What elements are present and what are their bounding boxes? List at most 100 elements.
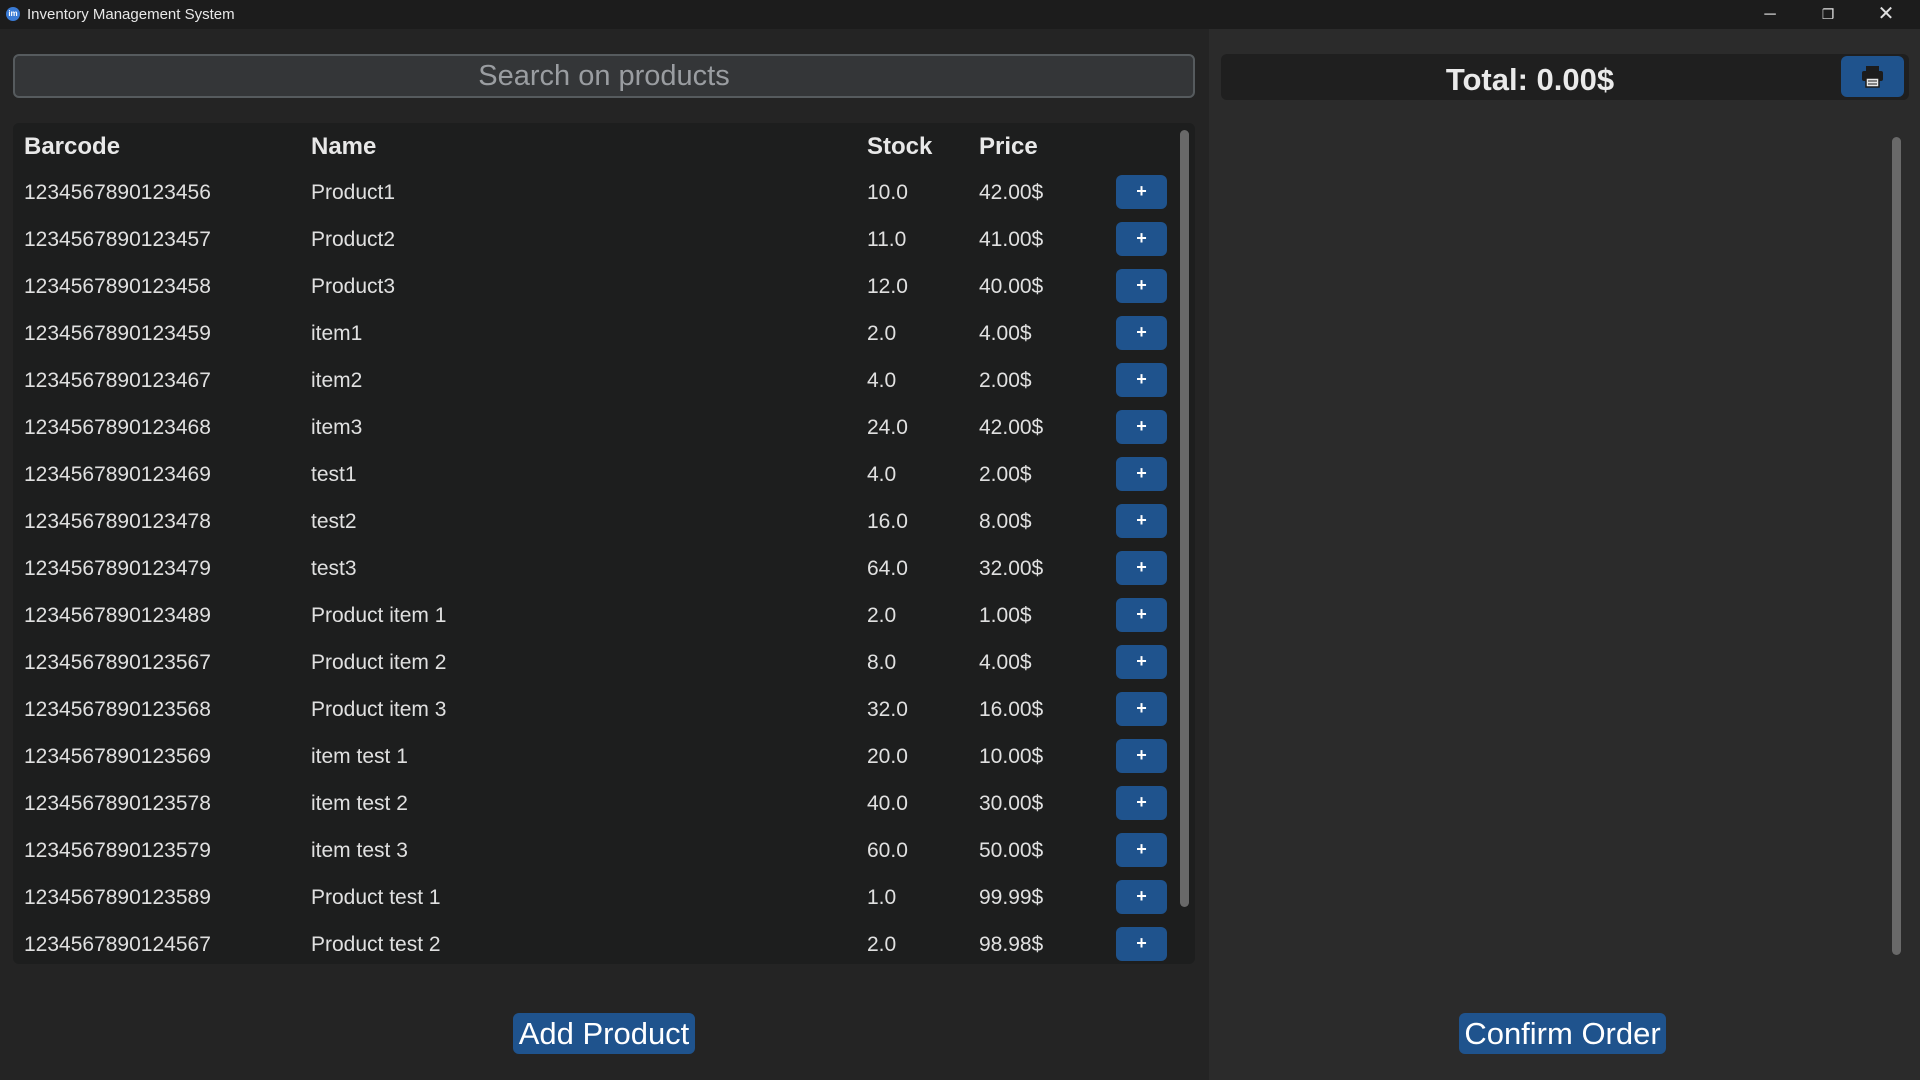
cell-name: Product test 1 [311,886,441,909]
cell-stock: 60.0 [867,839,908,862]
cell-stock: 40.0 [867,792,908,815]
cell-name: test3 [311,557,357,580]
cell-barcode: 1234567890123457 [24,228,211,251]
cell-price: 4.00$ [979,322,1032,345]
table-header: Barcode Name Stock Price [13,123,1173,171]
cell-stock: 2.0 [867,604,897,627]
table-row: 1234567890123569 item test 1 20.0 10.00$ + [13,735,1173,782]
cell-barcode: 1234567890123567 [24,651,211,674]
table-row: 1234567890123579 item test 3 60.0 50.00$ + [13,829,1173,876]
cell-name: Product item 2 [311,651,447,674]
cell-stock: 64.0 [867,557,908,580]
cart-scrollbar[interactable] [1892,137,1901,955]
cell-barcode: 1234567890123489 [24,604,211,627]
table-row: 1234567890123468 item3 24.0 42.00$ + [13,406,1173,453]
cell-barcode: 1234567890123478 [24,510,211,533]
add-to-cart-button[interactable]: + [1116,786,1167,820]
header-name: Name [311,133,377,160]
table-row: 1234567890123456 Product1 10.0 42.00$ + [13,171,1173,218]
cell-price: 1.00$ [979,604,1032,627]
cell-stock: 32.0 [867,698,908,721]
add-to-cart-button[interactable]: + [1116,880,1167,914]
cell-stock: 11.0 [867,228,907,251]
cell-barcode: 1234567890123458 [24,275,211,298]
add-to-cart-button[interactable]: + [1116,222,1167,256]
cell-barcode: 1234567890123569 [24,745,211,768]
cell-price: 98.98$ [979,933,1044,956]
table-row: 1234567890123457 Product2 11.0 41.00$ + [13,218,1173,265]
add-to-cart-button[interactable]: + [1116,598,1167,632]
cell-barcode: 1234567890124567 [24,933,211,956]
table-row: 1234567890123589 Product test 1 1.0 99.99$ + [13,876,1173,923]
header-barcode: Barcode [24,133,121,160]
close-button[interactable]: ✕ [1858,0,1914,29]
table-row: 1234567890123578 item test 2 40.0 30.00$ + [13,782,1173,829]
add-to-cart-button[interactable]: + [1116,269,1167,303]
add-to-cart-button[interactable]: + [1116,645,1167,679]
cell-price: 16.00$ [979,698,1044,721]
cell-stock: 24.0 [867,416,908,439]
table-body: 1234567890123456 Product1 10.0 42.00$ +12345… [13,171,1173,964]
cell-stock: 12.0 [867,275,908,298]
cell-name: item test 3 [311,839,408,862]
cell-barcode: 1234567890123589 [24,886,211,909]
minimize-button[interactable]: ─ [1742,0,1798,29]
total-frame: Total: 0.00$ [1221,54,1909,100]
add-to-cart-button[interactable]: + [1116,739,1167,773]
cell-name: item2 [311,369,363,392]
add-to-cart-button[interactable]: + [1116,551,1167,585]
add-product-button[interactable]: Add Product [513,1013,695,1054]
cart-list [1221,128,1909,964]
cell-barcode: 1234567890123467 [24,369,211,392]
add-to-cart-button[interactable]: + [1116,833,1167,867]
cell-barcode: 1234567890123479 [24,557,211,580]
cell-price: 41.00$ [979,228,1044,251]
add-to-cart-button[interactable]: + [1116,316,1167,350]
cell-name: test2 [311,510,357,533]
products-scrollbar[interactable] [1180,130,1189,907]
add-to-cart-button[interactable]: + [1116,927,1167,961]
cell-price: 8.00$ [979,510,1032,533]
cell-price: 99.99$ [979,886,1044,909]
table-row: 1234567890123467 item2 4.0 2.00$ + [13,359,1173,406]
table-row: 1234567890123458 Product3 12.0 40.00$ + [13,265,1173,312]
cell-name: item1 [311,322,363,345]
add-to-cart-button[interactable]: + [1116,175,1167,209]
cell-price: 42.00$ [979,181,1044,204]
cell-price: 40.00$ [979,275,1044,298]
add-to-cart-button[interactable]: + [1116,504,1167,538]
table-row: 1234567890123568 Product item 3 32.0 16.00$… [13,688,1173,735]
cell-barcode: 1234567890123456 [24,181,211,204]
table-row: 1234567890123478 test2 16.0 8.00$ + [13,500,1173,547]
window-title: Inventory Management System [27,6,235,23]
table-row: 1234567890123479 test3 64.0 32.00$ + [13,547,1173,594]
confirm-order-button[interactable]: Confirm Order [1459,1013,1666,1054]
header-price: Price [979,133,1038,160]
cell-stock: 10.0 [867,181,908,204]
table-row: 1234567890123459 item1 2.0 4.00$ + [13,312,1173,359]
cell-barcode: 1234567890123579 [24,839,211,862]
cell-price: 30.00$ [979,792,1044,815]
cell-price: 2.00$ [979,463,1032,486]
cell-barcode: 1234567890123459 [24,322,211,345]
print-button[interactable] [1841,56,1904,97]
cell-price: 2.00$ [979,369,1032,392]
add-to-cart-button[interactable]: + [1116,692,1167,726]
add-to-cart-button[interactable]: + [1116,457,1167,491]
maximize-button[interactable]: ❐ [1800,0,1856,29]
app-icon: im [6,7,20,21]
table-row: 1234567890123567 Product item 2 8.0 4.00$ + [13,641,1173,688]
add-to-cart-button[interactable]: + [1116,410,1167,444]
cell-price: 4.00$ [979,651,1032,674]
cell-name: test1 [311,463,357,486]
cell-name: Product item 3 [311,698,447,721]
add-to-cart-button[interactable]: + [1116,363,1167,397]
cell-stock: 4.0 [867,369,897,392]
cell-name: Product item 1 [311,604,447,627]
order-total: Total: 0.00$ [1445,62,1615,97]
cell-stock: 2.0 [867,933,897,956]
cell-name: Product test 2 [311,933,441,956]
search-input[interactable]: Search on products [13,54,1195,98]
table-row: 1234567890123489 Product item 1 2.0 1.00$ + [13,594,1173,641]
cell-name: item3 [311,416,363,439]
